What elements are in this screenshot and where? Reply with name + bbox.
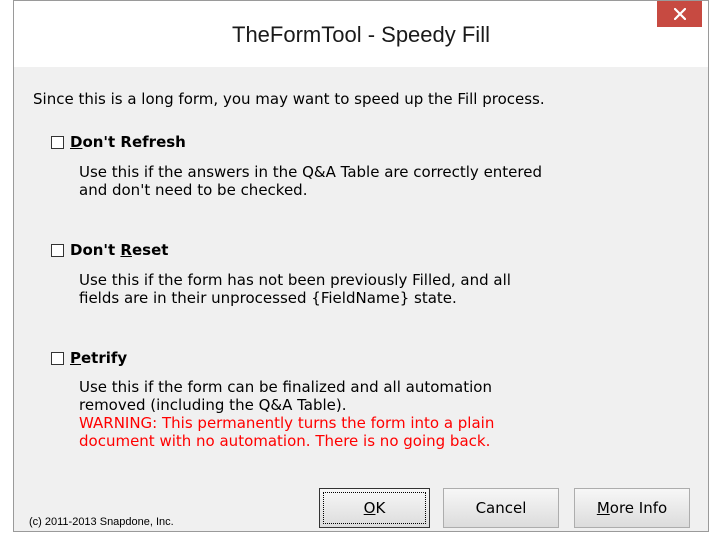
cancel-button[interactable]: Cancel [443, 488, 559, 528]
close-button[interactable] [657, 1, 702, 27]
close-icon [673, 8, 686, 20]
petrify-warning-line-2: document with no automation. There is no… [79, 432, 491, 450]
cancel-button-label: Cancel [475, 499, 527, 517]
dont-refresh-description: Use this if the answers in the Q&A Table… [79, 163, 543, 199]
title-bar: TheFormTool - Speedy Fill [14, 1, 708, 67]
ok-button[interactable]: OK [319, 488, 430, 528]
intro-text: Since this is a long form, you may want … [33, 90, 545, 108]
dont-reset-label: Don't Reset [70, 241, 169, 259]
dialog-content: Since this is a long form, you may want … [14, 67, 708, 531]
dont-reset-description: Use this if the form has not been previo… [79, 271, 511, 307]
dont-refresh-label: Don't Refresh [70, 133, 186, 151]
speedy-fill-dialog: TheFormTool - Speedy Fill Since this is … [13, 0, 709, 532]
dont-refresh-option[interactable]: Don't Refresh [51, 133, 186, 151]
dont-reset-checkbox[interactable] [51, 243, 64, 257]
window-title: TheFormTool - Speedy Fill [232, 22, 490, 47]
petrify-label: Petrify [70, 349, 128, 367]
dont-reset-option[interactable]: Don't Reset [51, 241, 168, 259]
petrify-warning-line-1: WARNING: This permanently turns the form… [79, 414, 495, 432]
copyright-notice: (c) 2011-2013 Snapdone, Inc. [29, 516, 174, 528]
more-info-button-label: More Info [596, 499, 668, 517]
petrify-option[interactable]: Petrify [51, 349, 127, 367]
petrify-checkbox[interactable] [51, 351, 64, 365]
petrify-description: Use this if the form can be finalized an… [79, 378, 495, 450]
dont-refresh-checkbox[interactable] [51, 135, 64, 149]
more-info-button[interactable]: More Info [574, 488, 690, 528]
focus-rect [323, 492, 426, 524]
